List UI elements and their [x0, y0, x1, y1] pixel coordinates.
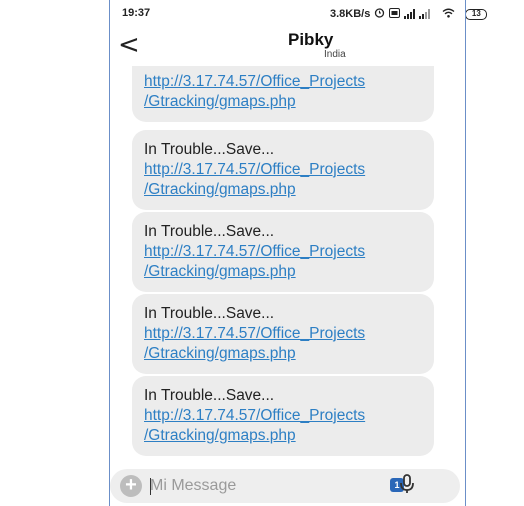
message-link-line-2: /Gtracking/gmaps.php: [144, 427, 296, 444]
message-link-line-2: /Gtracking/gmaps.php: [144, 263, 296, 280]
mic-icon: [400, 474, 414, 493]
message-link[interactable]: http://3.17.74.57/Office_Projects /Gtrac…: [144, 72, 424, 112]
message-text: In Trouble...Save...: [144, 387, 275, 404]
text-cursor: [150, 478, 151, 495]
message-link-line-1: http://3.17.74.57/Office_Projects: [144, 243, 366, 260]
signal-icon-2: [419, 9, 431, 19]
contact-location: India: [324, 49, 346, 60]
contact-name: Pibky: [288, 30, 334, 49]
status-bar: 19:37 3.8KB/s 13: [0, 0, 524, 26]
message-link[interactable]: http://3.17.74.57/Office_Projects /Gtrac…: [144, 406, 424, 446]
conversation-header: < Pibky India: [110, 26, 464, 66]
message-link[interactable]: http://3.17.74.57/Office_Projects /Gtrac…: [144, 324, 424, 364]
message-bubble[interactable]: http://3.17.74.57/Office_Projects /Gtrac…: [132, 66, 434, 122]
message-link-line-1: http://3.17.74.57/Office_Projects: [144, 407, 366, 424]
message-link-line-1: http://3.17.74.57/Office_Projects: [144, 325, 366, 342]
wifi-icon: [442, 8, 455, 21]
message-bubble[interactable]: In Trouble...Save... http://3.17.74.57/O…: [132, 212, 434, 292]
message-link-line-1: http://3.17.74.57/Office_Projects: [144, 161, 366, 178]
message-bubble[interactable]: In Trouble...Save... http://3.17.74.57/O…: [132, 376, 434, 456]
status-icons: 3.8KB/s 13: [330, 7, 488, 21]
status-time: 19:37: [122, 7, 151, 19]
message-bubble[interactable]: In Trouble...Save... http://3.17.74.57/O…: [132, 130, 434, 210]
voice-input-button[interactable]: [395, 472, 419, 496]
volte-icon: [389, 7, 401, 21]
signal-icon: [404, 9, 416, 19]
message-link[interactable]: http://3.17.74.57/Office_Projects /Gtrac…: [144, 242, 424, 282]
back-button[interactable]: <: [118, 32, 140, 58]
add-attachment-button[interactable]: +: [120, 475, 142, 497]
message-text: In Trouble...Save...: [144, 141, 275, 158]
message-bubble[interactable]: In Trouble...Save... http://3.17.74.57/O…: [132, 294, 434, 374]
message-input[interactable]: [150, 473, 390, 499]
battery-icon: 13: [465, 8, 488, 20]
message-text: In Trouble...Save...: [144, 305, 275, 322]
frame-right-edge: [465, 0, 466, 506]
message-thread[interactable]: http://3.17.74.57/Office_Projects /Gtrac…: [110, 66, 464, 456]
battery-level: 13: [471, 9, 481, 18]
message-link-line-2: /Gtracking/gmaps.php: [144, 181, 296, 198]
message-link[interactable]: http://3.17.74.57/Office_Projects /Gtrac…: [144, 160, 424, 200]
message-link-line-2: /Gtracking/gmaps.php: [144, 345, 296, 362]
alarm-icon: [374, 7, 385, 21]
message-link-line-2: /Gtracking/gmaps.php: [144, 93, 296, 110]
message-link-line-1: http://3.17.74.57/Office_Projects: [144, 73, 366, 90]
message-text: In Trouble...Save...: [144, 223, 275, 240]
network-speed: 3.8KB/s: [330, 8, 371, 20]
